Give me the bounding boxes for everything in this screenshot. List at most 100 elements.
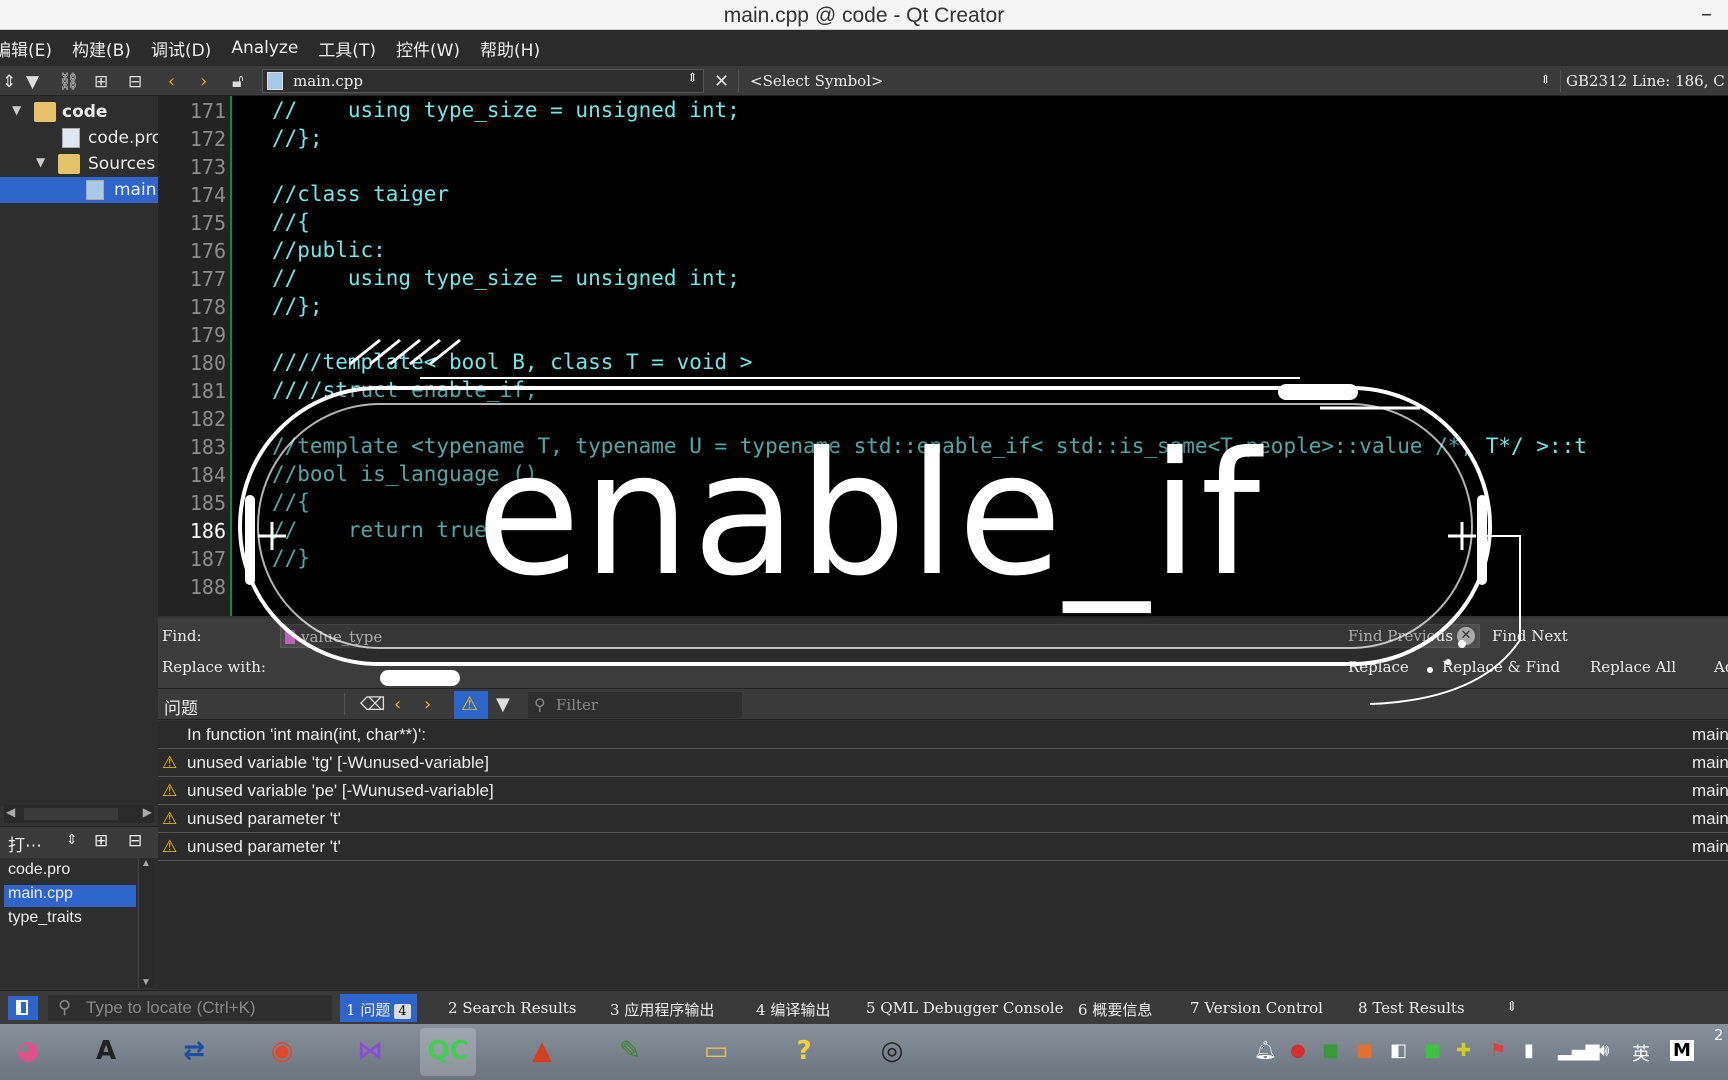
tray-app-icon[interactable]: ■ (1356, 1040, 1373, 1061)
open-documents-scrollbar[interactable]: ▲ ▼ (138, 858, 154, 988)
minimize-button[interactable]: – (1701, 2, 1712, 27)
issue-row[interactable]: ⚠ unused parameter 't' main.cpp (158, 805, 1728, 833)
close-pane-icon[interactable]: ⊟ (128, 72, 142, 92)
open-documents-title[interactable]: 打⋯ (8, 831, 42, 856)
tree-item-code[interactable]: ▼ code (0, 99, 158, 125)
menu-build[interactable]: 构建(B) (72, 36, 131, 61)
scroll-right-icon[interactable]: ▶ (143, 805, 152, 819)
file-explorer-icon[interactable]: ▭ (688, 1028, 744, 1076)
back-icon[interactable]: ‹ (168, 71, 175, 92)
tray-app-icon[interactable]: ◧ (1390, 1040, 1407, 1061)
replace-button[interactable]: Replace (1348, 658, 1409, 676)
font-app-icon[interactable]: A (78, 1028, 134, 1076)
tray-app-icon[interactable]: ● (1290, 1040, 1306, 1061)
notification-icon[interactable]: 🔔︎ (1254, 1040, 1277, 1061)
issue-row[interactable]: ⚠ unused variable 'pe' [-Wunused-variabl… (158, 777, 1728, 805)
tray-app-icon[interactable]: ✚ (1456, 1040, 1471, 1061)
sort-updown-icon[interactable]: ⇕ (66, 832, 78, 848)
symbol-combo[interactable]: <Select Symbol> (750, 72, 884, 90)
tab-issues[interactable]: 1 问题 4 (340, 994, 417, 1022)
more-tabs-icon[interactable]: ⇕ (1506, 999, 1518, 1015)
search-options-icon[interactable] (285, 630, 295, 644)
network-signal-icon[interactable]: ▂▄▆ (1558, 1040, 1600, 1061)
split-icon[interactable]: ⊞ (94, 72, 108, 92)
previous-item-icon[interactable]: ‹ (394, 694, 401, 715)
sort-updown-icon[interactable]: ⇕ (2, 72, 16, 92)
issue-row[interactable]: ⚠ unused parameter 't' main.cpp (158, 833, 1728, 861)
filter-icon[interactable]: ▼ (26, 72, 39, 92)
issues-filter-input[interactable]: ⚲ Filter (528, 692, 742, 718)
tab-compile-output[interactable]: 4 编译输出 (756, 999, 830, 1020)
action-center-flag-icon[interactable]: ⚑ (1490, 1040, 1506, 1061)
tab-general-messages[interactable]: 6 概要信息 (1078, 999, 1152, 1020)
tab-search-results[interactable]: 2 Search Results (448, 999, 576, 1017)
menu-widgets[interactable]: 控件(W) (396, 36, 460, 61)
issue-text: unused variable 'tg' [-Wunused-variable] (187, 753, 489, 772)
ime-indicator[interactable]: 英 (1632, 1040, 1650, 1066)
close-pane-icon[interactable]: ⊟ (128, 831, 142, 851)
project-horizontal-scrollbar[interactable]: ◀ ▶ (4, 805, 154, 823)
scroll-thumb[interactable] (24, 808, 118, 820)
locator-input[interactable]: ⚲ Type to locate (Ctrl+K) (48, 995, 332, 1021)
obs-icon[interactable]: ◎ (864, 1028, 920, 1076)
close-document-icon[interactable]: ✕ (714, 71, 729, 92)
notepad-icon[interactable]: ✎ (602, 1028, 658, 1076)
menu-analyze[interactable]: Analyze (231, 38, 298, 58)
encoding-position[interactable]: GB2312 Line: 186, C (1566, 72, 1725, 90)
tree-item-code-pro[interactable]: code.pro (0, 125, 158, 151)
qt-creator-icon[interactable]: QC (420, 1028, 476, 1076)
volume-icon[interactable]: 🔊︎ (1598, 1040, 1609, 1061)
clear-icon[interactable]: ✕ (1457, 627, 1475, 645)
replace-find-button[interactable]: Replace & Find (1442, 658, 1560, 676)
network-app-icon[interactable]: ⇄ (166, 1028, 222, 1076)
tab-test-results[interactable]: 8 Test Results (1358, 999, 1465, 1017)
issue-row[interactable]: In function 'int main(int, char**)': mai… (158, 721, 1728, 749)
replace-all-button[interactable]: Replace All (1590, 658, 1676, 676)
tab-qml-debugger-console[interactable]: 5 QML Debugger Console (866, 999, 1063, 1017)
open-doc-code-pro[interactable]: code.pro (4, 861, 136, 883)
warnings-toggle-button[interactable]: ⚠ (454, 691, 488, 719)
find-next-button[interactable]: Find Next (1492, 627, 1568, 645)
menu-help[interactable]: 帮助(H) (480, 36, 540, 61)
clean-icon[interactable]: ⌫ (360, 694, 385, 715)
open-doc-main-cpp[interactable]: main.cpp (4, 885, 136, 907)
file-combo[interactable]: main.cpp ⇕ (262, 69, 704, 93)
taskbar-glyph: ✎ (619, 1036, 641, 1066)
ime-mode-icon[interactable]: M (1670, 1040, 1694, 1061)
matlab-icon[interactable]: ▲ (514, 1028, 570, 1076)
split-icon[interactable]: ⊞ (94, 831, 108, 851)
tab-version-control[interactable]: 7 Version Control (1190, 999, 1323, 1017)
filter-icon[interactable]: ▼ (496, 694, 510, 715)
tree-item-main-cpp[interactable]: main.cpp (0, 177, 158, 203)
scroll-left-icon[interactable]: ◀ (6, 805, 15, 819)
tree-item-sources[interactable]: ▼ Sources (0, 151, 158, 177)
link-icon[interactable]: ⛓ (58, 72, 80, 92)
tray-app-icon[interactable]: ■ (1322, 1040, 1339, 1061)
chrome-icon[interactable]: ◉ (254, 1028, 310, 1076)
forward-icon[interactable]: › (200, 71, 207, 92)
clock[interactable]: 2 (1714, 1026, 1724, 1044)
menu-edit[interactable]: 编辑(E) (0, 36, 52, 61)
nvidia-icon[interactable]: ■ (1424, 1040, 1441, 1061)
start-orb-icon[interactable]: ◕ (0, 1028, 56, 1076)
issue-count-badge: 4 (394, 1004, 411, 1019)
power-icon[interactable]: ▮ (1524, 1040, 1534, 1061)
issue-row[interactable]: ⚠ unused variable 'tg' [-Wunused-variabl… (158, 749, 1728, 777)
visual-studio-icon[interactable]: ⋈ (342, 1028, 398, 1076)
find-input[interactable]: value_type ✕ (280, 624, 1480, 648)
tab-application-output[interactable]: 3 应用程序输出 (610, 999, 714, 1020)
replace-input[interactable] (280, 656, 1480, 680)
open-doc-type-traits[interactable]: type_traits (4, 909, 136, 931)
find-previous-button[interactable]: Find Previous (1348, 627, 1453, 645)
menu-tools[interactable]: 工具(T) (318, 36, 376, 61)
advanced-button[interactable]: Ad (1714, 658, 1728, 676)
scroll-down-icon[interactable]: ▼ (141, 977, 151, 988)
menu-debug[interactable]: 调试(D) (151, 36, 211, 61)
help-icon[interactable]: ? (776, 1028, 832, 1076)
next-item-icon[interactable]: › (424, 694, 431, 715)
sidebar-toggle-button[interactable] (8, 996, 38, 1020)
expand-arrow-icon[interactable]: ▼ (36, 155, 45, 169)
issue-text: In function 'int main(int, char**)': (187, 725, 426, 744)
expand-arrow-icon[interactable]: ▼ (12, 103, 21, 117)
scroll-up-icon[interactable]: ▲ (141, 858, 151, 869)
